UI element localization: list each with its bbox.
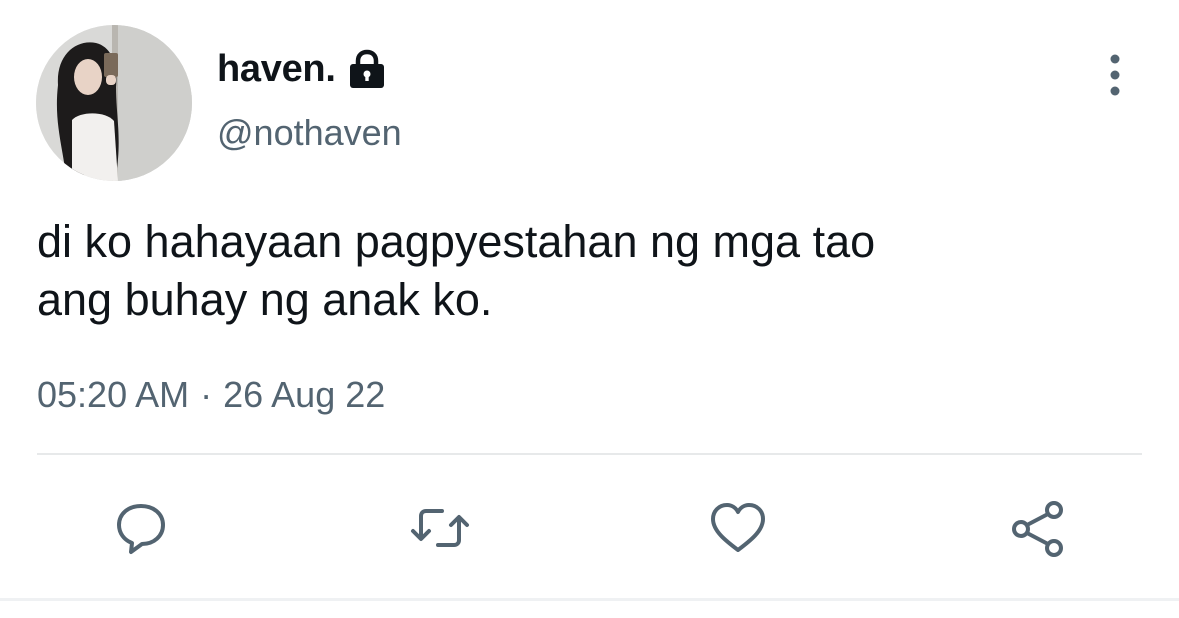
tweet-text-line: ang buhay ng anak ko. <box>37 274 493 325</box>
avatar[interactable] <box>36 25 192 181</box>
reply-icon <box>117 504 165 554</box>
reply-button[interactable] <box>109 496 173 560</box>
display-name[interactable]: haven. <box>217 48 336 91</box>
like-button[interactable] <box>706 496 770 560</box>
timestamp-separator: · <box>200 374 213 415</box>
share-icon <box>1012 501 1063 557</box>
tweet-text-line: di ko hahayaan pagpyestahan ng mga tao <box>37 216 876 267</box>
divider <box>37 453 1142 455</box>
retweet-button[interactable] <box>408 496 472 560</box>
like-icon <box>711 503 765 552</box>
bottom-divider <box>0 598 1179 601</box>
retweet-icon <box>411 509 469 547</box>
avatar-image <box>36 25 192 181</box>
share-button[interactable] <box>1006 496 1070 560</box>
tweet-text: di ko hahayaan pagpyestahan ng mga tao a… <box>37 213 1137 329</box>
user-handle[interactable]: @nothaven <box>217 112 402 154</box>
timestamp[interactable]: 05:20 AM · 26 Aug 22 <box>37 374 385 416</box>
more-vertical-icon[interactable] <box>1100 52 1130 98</box>
tweet-time: 05:20 AM <box>37 374 190 415</box>
lock-icon <box>349 49 384 88</box>
tweet-date: 26 Aug 22 <box>223 374 386 415</box>
display-name-row: haven. <box>217 44 386 94</box>
